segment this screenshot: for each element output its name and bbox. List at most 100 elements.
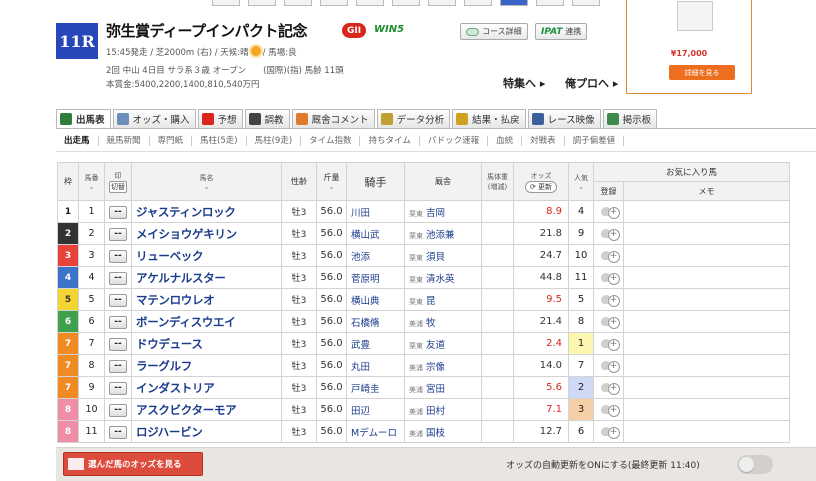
top-nav-tab[interactable]: [320, 0, 348, 6]
top-nav-tab[interactable]: [212, 0, 240, 6]
mark-select-button[interactable]: --: [109, 360, 127, 373]
course-detail-button[interactable]: コース詳細: [460, 23, 528, 40]
jockey-link[interactable]: 田辺: [346, 398, 405, 421]
subtab-5[interactable]: タイム指数: [301, 136, 361, 146]
mark-select-button[interactable]: --: [109, 382, 127, 395]
mark-select-button[interactable]: --: [109, 272, 127, 285]
add-favorite-icon[interactable]: [600, 403, 620, 417]
mark-select-button[interactable]: --: [109, 338, 127, 351]
jockey-link[interactable]: 菅原明: [346, 266, 405, 289]
top-nav-tab[interactable]: [356, 0, 384, 6]
top-nav-tab[interactable]: [464, 0, 492, 6]
odds-update-button[interactable]: ⟳ 更新: [524, 180, 558, 193]
add-favorite-icon[interactable]: [600, 359, 620, 373]
trainer-link[interactable]: 須貝: [426, 252, 445, 263]
add-favorite-icon[interactable]: [600, 381, 620, 395]
trainer-link[interactable]: 国枝: [426, 428, 445, 439]
top-nav-tab-active[interactable]: [500, 0, 528, 6]
orepro-link[interactable]: 俺プロへ ▸: [565, 75, 618, 91]
add-favorite-icon[interactable]: [600, 271, 620, 285]
trainer-link[interactable]: 牧: [426, 318, 436, 329]
mark-select-button[interactable]: --: [109, 426, 127, 439]
subtab-1[interactable]: 競馬新聞: [99, 136, 150, 146]
top-nav-tab[interactable]: [572, 0, 600, 6]
tab-5[interactable]: データ分析: [376, 109, 451, 128]
auto-update-toggle[interactable]: [737, 455, 773, 474]
subtab-10[interactable]: 調子偏差値: [565, 136, 625, 146]
mark-select-button[interactable]: --: [109, 294, 127, 307]
horse-name-link[interactable]: マテンロウレオ: [131, 288, 282, 311]
subtab-7[interactable]: パドック速報: [420, 136, 489, 146]
horse-name-link[interactable]: ラーグルフ: [131, 354, 282, 377]
jockey-link[interactable]: 石橋脩: [346, 310, 405, 333]
mark-select-button[interactable]: --: [109, 316, 127, 329]
jockey-link[interactable]: 横山武: [346, 222, 405, 245]
trainer-link[interactable]: 宮田: [426, 384, 445, 395]
add-favorite-icon[interactable]: [600, 205, 620, 219]
add-favorite-icon[interactable]: [600, 425, 620, 439]
horse-name-link[interactable]: リューベック: [131, 244, 282, 267]
top-nav-tab[interactable]: [284, 0, 312, 6]
horse-name-link[interactable]: ボーンディスウエイ: [131, 310, 282, 333]
subtab-6[interactable]: 持ちタイム: [360, 136, 420, 146]
jockey-link[interactable]: 川田: [346, 200, 405, 223]
trainer-link[interactable]: 清水英: [426, 274, 455, 285]
horse-name-link[interactable]: アスクビクターモア: [131, 398, 282, 421]
jockey-link[interactable]: 丸田: [346, 354, 405, 377]
top-nav-tab[interactable]: [248, 0, 276, 6]
horse-name-link[interactable]: ドウデュース: [131, 332, 282, 355]
ipat-link-button[interactable]: IPAT 連携: [535, 23, 588, 40]
add-favorite-icon[interactable]: [600, 293, 620, 307]
jockey-link[interactable]: 池添: [346, 244, 405, 267]
subtab-3[interactable]: 馬柱(5走): [192, 136, 247, 146]
add-favorite-icon[interactable]: [600, 249, 620, 263]
subtab-0[interactable]: 出走馬: [56, 136, 99, 146]
add-favorite-icon[interactable]: [600, 227, 620, 241]
tab-8[interactable]: 掲示板: [602, 109, 658, 128]
horse-name-link[interactable]: ロジハービン: [131, 420, 282, 443]
tab-4[interactable]: 厩舎コメント: [291, 109, 375, 128]
trainer-link[interactable]: 田村: [426, 406, 445, 417]
mark-select-button[interactable]: --: [109, 228, 127, 241]
ad-detail-button[interactable]: 詳細を見る: [669, 65, 735, 80]
jockey-link[interactable]: 武豊: [346, 332, 405, 355]
subtab-2[interactable]: 専門紙: [150, 136, 193, 146]
subtab-9[interactable]: 対戦表: [522, 136, 565, 146]
add-favorite-icon[interactable]: [600, 337, 620, 351]
trainer-link[interactable]: 吉岡: [426, 208, 445, 219]
col-umaban[interactable]: 馬番 ⌄: [78, 162, 105, 201]
top-nav-tab[interactable]: [392, 0, 420, 6]
mark-select-button[interactable]: --: [109, 404, 127, 417]
feature-link[interactable]: 特集へ ▸: [503, 75, 545, 91]
tab-2[interactable]: 予想: [197, 109, 243, 128]
tab-1[interactable]: オッズ・購入: [112, 109, 196, 128]
top-nav-tab[interactable]: [536, 0, 564, 6]
tab-6[interactable]: 結果・払戻: [452, 109, 526, 128]
mark-select-button[interactable]: --: [109, 250, 127, 263]
jockey-link[interactable]: 横山典: [346, 288, 405, 311]
trainer-link[interactable]: 宗像: [426, 362, 445, 373]
jockey-link[interactable]: Mデムーロ: [346, 420, 405, 443]
trainer-link[interactable]: 友道: [426, 340, 445, 351]
tab-7[interactable]: レース映像: [527, 109, 601, 128]
trainer-link[interactable]: 池添兼: [426, 230, 455, 241]
col-popularity[interactable]: 人気 ⌄: [568, 162, 594, 201]
horse-name-link[interactable]: ジャスティンロック: [131, 200, 282, 223]
add-favorite-icon[interactable]: [600, 315, 620, 329]
ad-banner[interactable]: ¥17,000 詳細を見る: [626, 0, 752, 94]
mark-switch-button[interactable]: 切替: [109, 180, 127, 193]
tab-0[interactable]: 出馬表: [56, 109, 111, 128]
col-weight[interactable]: 斤量 ⌄: [316, 162, 347, 201]
trainer-link[interactable]: 昆: [426, 296, 436, 307]
subtab-8[interactable]: 血統: [488, 136, 523, 146]
horse-name-link[interactable]: メイショウゲキリン: [131, 222, 282, 245]
mark-select-button[interactable]: --: [109, 206, 127, 219]
subtab-4[interactable]: 馬柱(9走): [247, 136, 302, 146]
horse-name-link[interactable]: インダストリア: [131, 376, 282, 399]
tab-3[interactable]: 調教: [244, 109, 290, 128]
view-selected-odds-button[interactable]: 選んだ馬のオッズを見る: [63, 452, 203, 476]
horse-name-link[interactable]: アケルナルスター: [131, 266, 282, 289]
top-nav-tab[interactable]: [428, 0, 456, 6]
col-horse-name[interactable]: 馬名 ⌄: [131, 162, 282, 201]
jockey-link[interactable]: 戸崎圭: [346, 376, 405, 399]
